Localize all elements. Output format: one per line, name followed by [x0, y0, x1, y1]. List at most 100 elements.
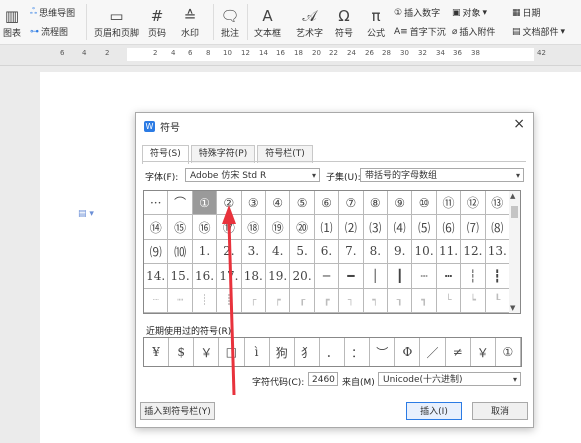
symbol-button[interactable]: Ω 符号: [334, 6, 354, 39]
symbol-cell[interactable]: 6.: [314, 239, 340, 265]
symbol-cell[interactable]: ┌: [241, 288, 266, 313]
recent-symbol-cell[interactable]: ①: [496, 338, 521, 366]
symbol-cell[interactable]: ⑴: [314, 215, 340, 240]
symbol-cell[interactable]: 10.: [412, 239, 437, 265]
symbol-cell[interactable]: 13.: [485, 239, 510, 265]
from-select[interactable]: Unicode(十六进制) ▾: [378, 372, 521, 386]
symbol-cell[interactable]: 3.: [241, 239, 266, 265]
symbol-cell[interactable]: ┊: [192, 288, 218, 313]
flowchart-button[interactable]: ⊶ 流程图: [30, 25, 68, 39]
symbol-cell[interactable]: ④: [265, 191, 291, 216]
symbol-cell[interactable]: ─: [314, 264, 340, 289]
grid-scrollbar[interactable]: ▲ ▼: [509, 190, 521, 314]
object-button[interactable]: ▣ 对象 ▾: [452, 6, 487, 20]
recent-symbol-cell[interactable]: ／: [420, 338, 446, 366]
symbol-cell[interactable]: 8.: [363, 239, 388, 265]
symbol-cell[interactable]: ┆: [461, 264, 486, 289]
recent-symbol-cell[interactable]: $: [169, 338, 195, 366]
symbol-cell-selected[interactable]: ①: [192, 191, 218, 216]
formula-button[interactable]: π 公式: [366, 6, 386, 39]
recent-symbol-cell[interactable]: ì: [245, 338, 270, 366]
symbol-cell[interactable]: 9.: [387, 239, 413, 265]
symbol-cell[interactable]: ┄: [412, 264, 437, 289]
recent-symbol-cell[interactable]: □: [219, 338, 245, 366]
page-number-button[interactable]: # 页码: [147, 6, 167, 39]
dropcap-button[interactable]: A≡ 首字下沉: [394, 25, 446, 39]
char-code-input[interactable]: 2460: [308, 372, 338, 386]
symbol-cell[interactable]: 17.: [217, 264, 242, 289]
symbol-cell[interactable]: ②: [217, 191, 242, 216]
paragraph-marker-icon[interactable]: ▤ ▾: [78, 209, 94, 219]
symbol-cell[interactable]: 5.: [290, 239, 315, 265]
symbol-cell[interactable]: ⑱: [241, 215, 266, 240]
symbol-cell[interactable]: ⑩: [412, 191, 437, 216]
symbol-cell[interactable]: ⑳: [290, 215, 315, 240]
recent-symbol-cell[interactable]: ︶: [370, 338, 396, 366]
symbol-cell[interactable]: ┋: [217, 288, 242, 313]
symbol-cell[interactable]: ⑦: [339, 191, 364, 216]
symbol-cell[interactable]: ┕: [461, 288, 486, 313]
symbol-cell[interactable]: ┇: [485, 264, 510, 289]
symbol-cell[interactable]: 2.: [217, 239, 242, 265]
symbol-cell[interactable]: ⑼: [144, 239, 169, 265]
symbol-grid[interactable]: ··· ⌒ ① ② ③ ④ ⑤ ⑥ ⑦ ⑧ ⑨ ⑩ ⑪ ⑫ ⑬ ⑭ ⑮ ⑯ ⑰ ⑱ ⑲ ⑳ ⑴ ⑵ ⑶ ⑷ ⑸ ⑹ ⑺ ⑻ ⑼ ⑽ 1. 2. 3.…: [143, 190, 511, 314]
symbol-cell[interactable]: 11.: [436, 239, 462, 265]
symbol-cell[interactable]: 15.: [168, 264, 193, 289]
symbol-cell[interactable]: 12.: [461, 239, 486, 265]
close-icon[interactable]: ×: [513, 116, 525, 132]
symbol-cell[interactable]: │: [363, 264, 388, 289]
symbol-cell[interactable]: ⑬: [485, 191, 510, 216]
symbol-cell[interactable]: 16.: [192, 264, 218, 289]
recent-symbols[interactable]: ¥ $ ￥ □ ì 狗犭．： ︶ Φ ／ ≠ ￥ ①: [143, 337, 522, 367]
symbol-cell[interactable]: ┑: [363, 288, 388, 313]
symbol-cell[interactable]: ⑰: [217, 215, 242, 240]
recent-symbol-cell[interactable]: ￥: [471, 338, 496, 366]
comment-button[interactable]: 🗨 批注: [220, 6, 240, 39]
recent-symbol-cell[interactable]: ￥: [194, 338, 220, 366]
symbol-cell[interactable]: ┈: [144, 288, 169, 313]
chart-button[interactable]: ▥ 图表: [2, 6, 22, 39]
symbol-cell[interactable]: ⑨: [387, 191, 413, 216]
recent-symbol-cell[interactable]: ¥: [144, 338, 170, 366]
symbol-cell[interactable]: ⑽: [168, 239, 193, 265]
symbol-cell[interactable]: ┎: [290, 288, 315, 313]
symbol-cell[interactable]: ━: [339, 264, 364, 289]
symbol-cell[interactable]: ⑺: [461, 215, 486, 240]
recent-symbol-cell[interactable]: ≠: [446, 338, 471, 366]
insert-button[interactable]: 插入(I): [406, 402, 462, 420]
recent-symbol-cell[interactable]: ：: [345, 338, 371, 366]
symbol-cell[interactable]: 20.: [290, 264, 315, 289]
symbol-cell[interactable]: ⑻: [485, 215, 510, 240]
symbol-cell[interactable]: ⑭: [144, 215, 169, 240]
docparts-button[interactable]: ▤ 文档部件 ▾: [512, 25, 565, 39]
recent-symbol-cell[interactable]: Φ: [395, 338, 421, 366]
symbol-cell[interactable]: ⑹: [436, 215, 462, 240]
recent-symbol-cell[interactable]: 犭: [295, 338, 320, 366]
symbol-cell[interactable]: ┃: [387, 264, 413, 289]
symbol-cell[interactable]: ⑧: [363, 191, 388, 216]
wordart-button[interactable]: 𝒜 艺术字: [296, 6, 323, 39]
textbox-button[interactable]: A 文本框: [254, 6, 281, 39]
symbol-cell[interactable]: 18.: [241, 264, 266, 289]
symbol-cell[interactable]: 4.: [265, 239, 291, 265]
watermark-button[interactable]: ≙ 水印: [180, 6, 200, 39]
symbol-cell[interactable]: ┒: [387, 288, 413, 313]
header-footer-button[interactable]: ▭ 页眉和页脚: [94, 6, 139, 39]
symbol-cell[interactable]: ┏: [314, 288, 340, 313]
symbol-cell[interactable]: ┐: [339, 288, 364, 313]
scroll-up-icon[interactable]: ▲: [510, 192, 515, 200]
symbol-cell[interactable]: ⑥: [314, 191, 340, 216]
symbol-cell[interactable]: ③: [241, 191, 266, 216]
font-select[interactable]: Adobe 仿宋 Std R ▾: [185, 168, 320, 182]
symbol-cell[interactable]: └: [436, 288, 462, 313]
symbol-cell[interactable]: ···: [144, 191, 169, 216]
symbol-cell[interactable]: 1.: [192, 239, 218, 265]
symbol-cell[interactable]: 7.: [339, 239, 364, 265]
symbol-cell[interactable]: ⑲: [265, 215, 291, 240]
cancel-button[interactable]: 取消: [472, 402, 528, 420]
symbol-cell[interactable]: ⑸: [412, 215, 437, 240]
symbol-cell[interactable]: ⑶: [363, 215, 388, 240]
symbol-cell[interactable]: ⑫: [461, 191, 486, 216]
scroll-thumb[interactable]: [511, 206, 518, 218]
symbol-cell[interactable]: ⑯: [192, 215, 218, 240]
